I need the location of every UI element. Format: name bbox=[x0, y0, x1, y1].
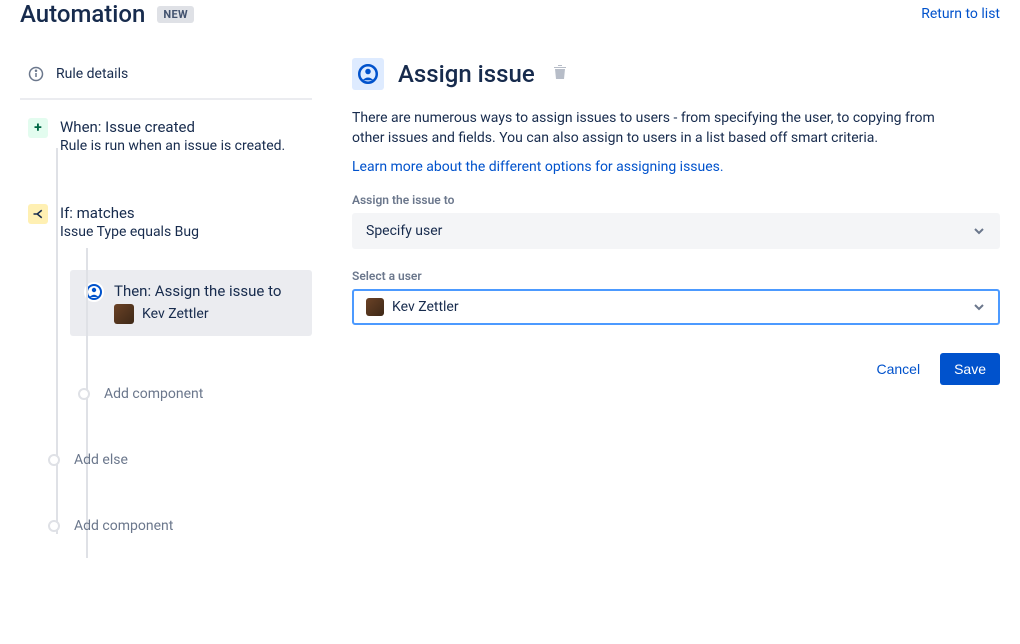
select-user-value: Kev Zettler bbox=[392, 299, 459, 315]
assign-to-select[interactable]: Specify user bbox=[352, 213, 1000, 249]
rule-sidebar: Rule details + When: Issue created Rule … bbox=[20, 58, 312, 534]
condition-node[interactable]: If: matches Issue Type equals Bug bbox=[20, 204, 312, 240]
delete-icon[interactable] bbox=[553, 64, 567, 84]
cancel-button[interactable]: Cancel bbox=[864, 353, 932, 385]
trigger-sub: Rule is run when an issue is created. bbox=[60, 138, 312, 154]
action-user: Kev Zettler bbox=[142, 306, 209, 322]
circle-icon bbox=[78, 388, 90, 400]
chevron-down-icon bbox=[972, 300, 986, 314]
chevron-down-icon bbox=[972, 224, 986, 238]
return-to-list-link[interactable]: Return to list bbox=[921, 6, 1000, 22]
add-else[interactable]: Add else bbox=[48, 452, 312, 468]
info-icon bbox=[28, 66, 44, 82]
add-component-label-2: Add component bbox=[74, 518, 173, 534]
add-else-label: Add else bbox=[74, 452, 128, 468]
select-user-label: Select a user bbox=[352, 269, 1000, 283]
new-badge: NEW bbox=[157, 6, 193, 23]
select-user-select[interactable]: Kev Zettler bbox=[352, 289, 1000, 325]
main-title: Assign issue bbox=[398, 60, 535, 88]
assign-issue-icon bbox=[352, 58, 384, 90]
condition-title: If: matches bbox=[60, 204, 312, 222]
plus-icon: + bbox=[28, 118, 48, 138]
circle-icon bbox=[48, 520, 60, 532]
learn-more-link[interactable]: Learn more about the different options f… bbox=[352, 159, 724, 175]
add-component-outer[interactable]: Add component bbox=[48, 518, 312, 534]
add-component-label: Add component bbox=[104, 386, 203, 402]
assign-to-value: Specify user bbox=[366, 223, 442, 239]
avatar bbox=[114, 304, 134, 324]
assign-to-label: Assign the issue to bbox=[352, 193, 1000, 207]
trigger-title: When: Issue created bbox=[60, 118, 312, 136]
add-component-inner[interactable]: Add component bbox=[78, 386, 312, 402]
rule-details-item[interactable]: Rule details bbox=[20, 58, 312, 100]
action-title: Then: Assign the issue to bbox=[114, 282, 298, 300]
condition-sub: Issue Type equals Bug bbox=[60, 224, 312, 240]
branch-icon bbox=[28, 204, 48, 224]
rule-details-label: Rule details bbox=[56, 66, 128, 82]
page-title: Automation bbox=[20, 0, 145, 28]
circle-icon bbox=[48, 454, 60, 466]
save-button[interactable]: Save bbox=[940, 353, 1000, 385]
avatar bbox=[366, 298, 384, 316]
trigger-node[interactable]: + When: Issue created Rule is run when a… bbox=[20, 118, 312, 154]
main-panel: Assign issue There are numerous ways to … bbox=[332, 58, 1000, 534]
action-node[interactable]: Then: Assign the issue to Kev Zettler bbox=[70, 270, 312, 336]
description-text: There are numerous ways to assign issues… bbox=[352, 108, 952, 149]
